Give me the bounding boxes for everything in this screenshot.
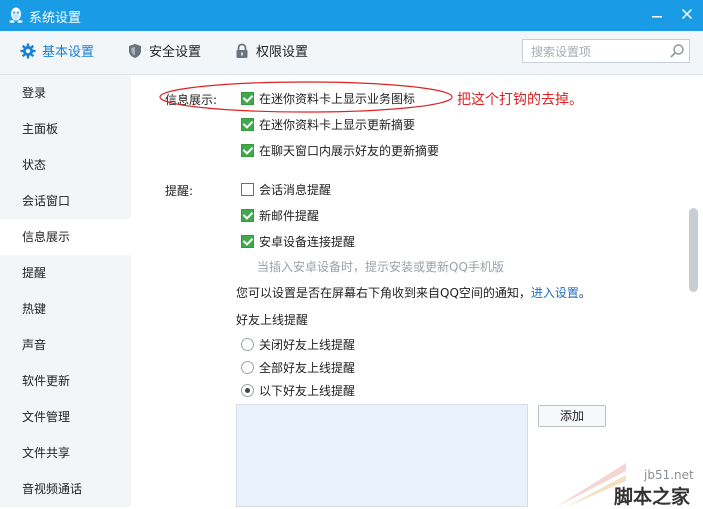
- close-icon: [681, 8, 693, 20]
- option-show-friend-updates-in-chat[interactable]: 在聊天窗口内展示好友的更新摘要: [241, 143, 439, 159]
- sidebar-item-main-panel[interactable]: 主面板: [0, 111, 131, 147]
- sidebar-item-login[interactable]: 登录: [0, 75, 131, 111]
- option-label: 会话消息提醒: [259, 183, 332, 197]
- option-label: 在迷你资料卡上显示更新摘要: [259, 118, 416, 132]
- search-box: [522, 39, 690, 63]
- sidebar-item-status[interactable]: 状态: [0, 147, 131, 183]
- tab-security-settings[interactable]: 安全设置: [127, 43, 201, 63]
- watermark-name: 脚本之家: [614, 486, 691, 508]
- option-show-update-summary[interactable]: 在迷你资料卡上显示更新摘要: [241, 117, 415, 133]
- qq-penguin-icon: [9, 7, 23, 23]
- watermark-site: jb51.net: [644, 468, 694, 482]
- friend-list-box[interactable]: [236, 404, 528, 507]
- search-icon[interactable]: [669, 43, 685, 59]
- checkbox-checked[interactable]: [241, 144, 254, 157]
- sidebar-item-reminders[interactable]: 提醒: [0, 255, 131, 291]
- tab-label: 基本设置: [42, 45, 95, 60]
- tab-permission-settings[interactable]: 权限设置: [234, 43, 308, 63]
- sidebar-item-chat-window[interactable]: 会话窗口: [0, 183, 131, 219]
- notify-end: 。: [578, 286, 591, 300]
- tab-label: 安全设置: [149, 45, 202, 60]
- content-scrollbar[interactable]: [687, 75, 703, 507]
- option-friend-online-off[interactable]: 关闭好友上线提醒: [241, 337, 355, 353]
- minimize-icon: [652, 16, 662, 18]
- search-input[interactable]: [529, 43, 669, 61]
- option-label: 以下好友上线提醒: [259, 384, 356, 398]
- checkbox-unchecked[interactable]: [241, 183, 254, 196]
- notify-text: 您可以设置是否在屏幕右下角收到来自QQ空间的通知，: [236, 286, 531, 300]
- checkbox-checked[interactable]: [241, 235, 254, 248]
- window-title: 系统设置: [29, 11, 82, 26]
- enter-settings-link[interactable]: 进入设置: [531, 286, 579, 300]
- qzone-notify-text: 您可以设置是否在屏幕右下角收到来自QQ空间的通知，进入设置。: [236, 284, 591, 301]
- reminders-label: 提醒:: [165, 184, 194, 198]
- sidebar-item-file-management[interactable]: 文件管理: [0, 399, 131, 435]
- close-button[interactable]: [676, 4, 698, 26]
- tab-label: 权限设置: [256, 45, 309, 60]
- settings-content: 信息展示: 在迷你资料卡上显示业务图标 在迷你资料卡上显示更新摘要 在聊天窗口内…: [131, 75, 687, 507]
- gear-icon: [20, 43, 36, 59]
- checkbox-checked[interactable]: [241, 118, 254, 131]
- option-label: 安卓设备连接提醒: [259, 235, 356, 249]
- sidebar-item-sound[interactable]: 声音: [0, 327, 131, 363]
- tab-basic-settings[interactable]: 基本设置: [20, 43, 94, 63]
- sidebar-item-info-display[interactable]: 信息展示: [0, 219, 131, 255]
- option-new-mail-reminder[interactable]: 新邮件提醒: [241, 208, 319, 224]
- lock-icon: [236, 43, 248, 58]
- option-label: 关闭好友上线提醒: [259, 338, 356, 352]
- sidebar-item-hotkeys[interactable]: 热键: [0, 291, 131, 327]
- android-hint-text: 当插入安卓设备时，提示安装或更新QQ手机版: [257, 260, 504, 274]
- minimize-button[interactable]: [646, 4, 668, 26]
- option-message-reminder[interactable]: 会话消息提醒: [241, 182, 331, 198]
- settings-sidebar: 登录 主面板 状态 会话窗口 信息展示 提醒 热键 声音 软件更新 文件管理 文…: [0, 75, 131, 507]
- friend-online-title: 好友上线提醒: [236, 313, 309, 327]
- annotation-ellipse: [159, 81, 453, 113]
- checkbox-checked[interactable]: [241, 209, 254, 222]
- add-friend-button[interactable]: 添加: [538, 405, 606, 427]
- option-label: 新邮件提醒: [259, 209, 320, 223]
- radio-unselected[interactable]: [241, 338, 254, 351]
- shield-icon: [129, 44, 141, 58]
- title-bar: 系统设置: [0, 0, 703, 31]
- option-friend-online-all[interactable]: 全部好友上线提醒: [241, 360, 355, 376]
- sidebar-item-software-update[interactable]: 软件更新: [0, 363, 131, 399]
- option-label: 全部好友上线提醒: [259, 361, 356, 375]
- sidebar-item-file-sharing[interactable]: 文件共享: [0, 435, 131, 471]
- scrollbar-thumb[interactable]: [689, 208, 698, 292]
- option-friend-online-selected[interactable]: 以下好友上线提醒: [241, 383, 355, 399]
- option-label: 在聊天窗口内展示好友的更新摘要: [259, 144, 440, 158]
- radio-selected[interactable]: [241, 384, 254, 397]
- option-android-connect-reminder[interactable]: 安卓设备连接提醒: [241, 234, 355, 250]
- sidebar-item-av-call[interactable]: 音视频通话: [0, 471, 131, 507]
- settings-toolbar: 基本设置 安全设置 权限设置: [0, 31, 703, 75]
- radio-unselected[interactable]: [241, 361, 254, 374]
- annotation-text: 把这个打钩的去掉。: [457, 92, 583, 108]
